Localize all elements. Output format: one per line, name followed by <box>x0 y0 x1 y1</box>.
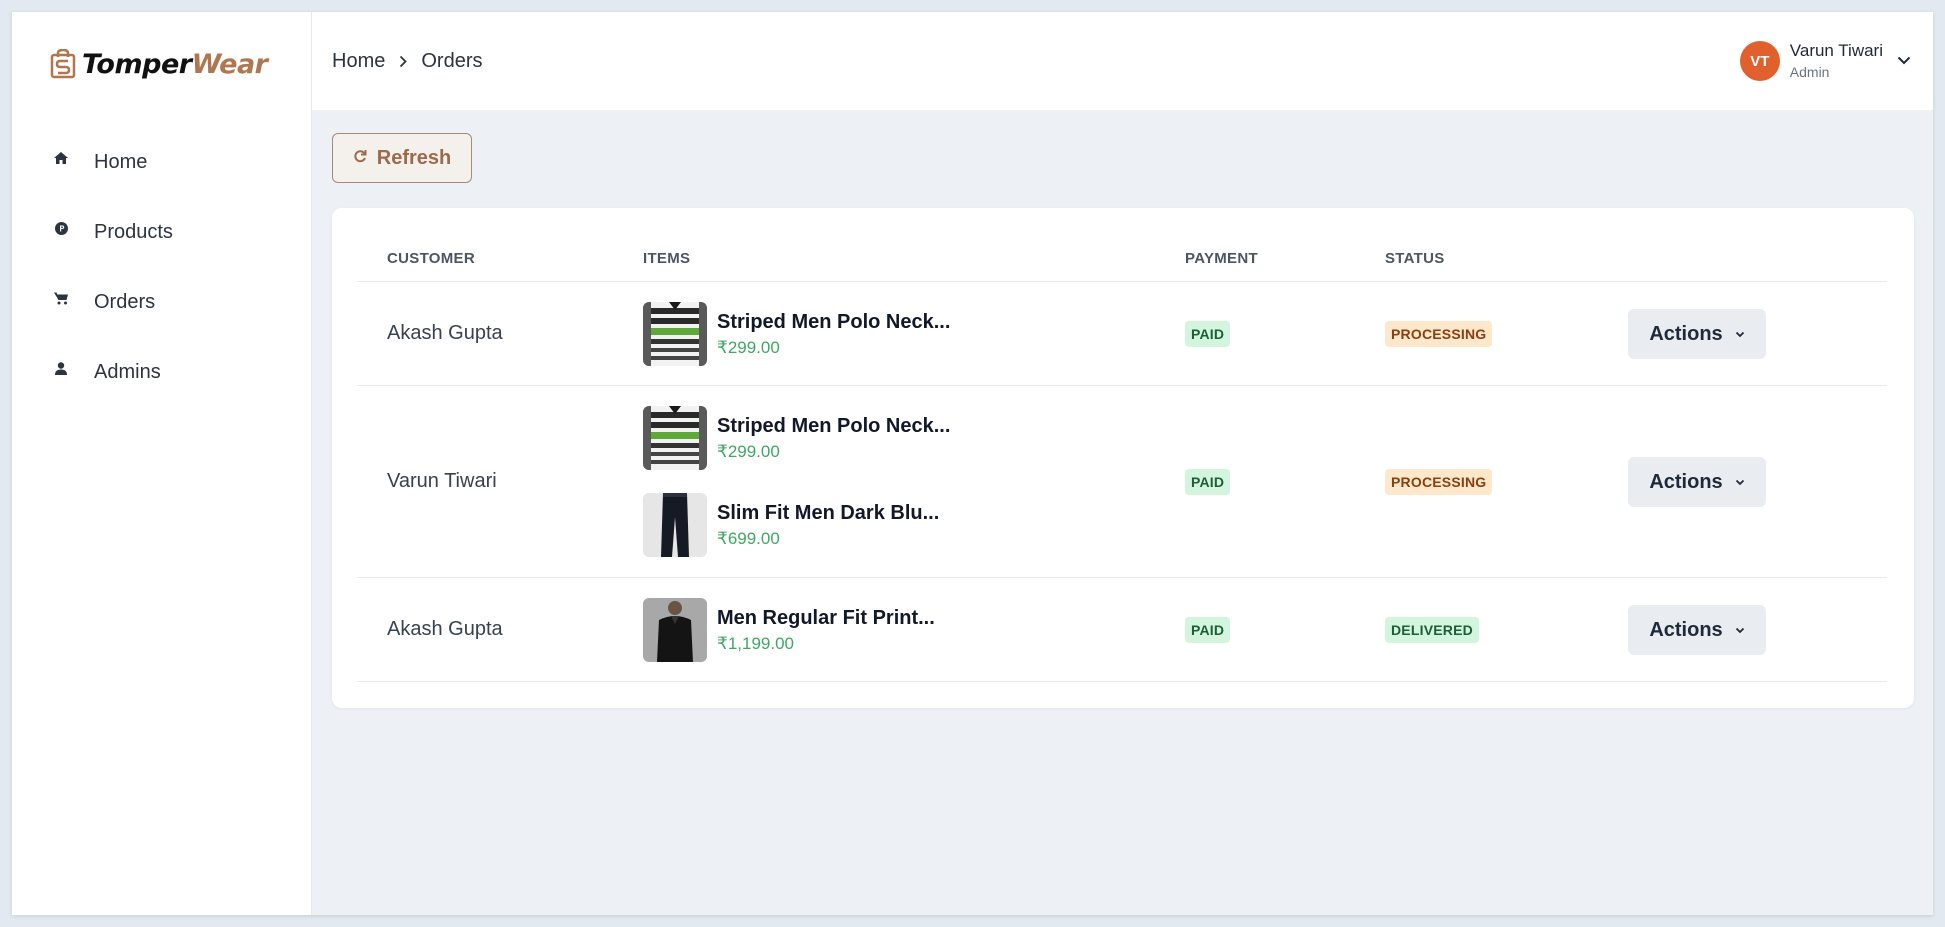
breadcrumb-current: Orders <box>421 49 483 72</box>
top-bar: Home Orders VT Varun Tiwari Admin <box>312 12 1933 110</box>
order-item[interactable]: Striped Men Polo Neck... ₹299.00 <box>643 302 950 366</box>
sidebar-item-products[interactable]: Products <box>12 197 311 267</box>
item-name: Men Regular Fit Print... <box>717 607 935 629</box>
table-row: Akash Gupta Striped Men Polo Neck... ₹29… <box>357 282 1887 386</box>
column-header-payment: PAYMENT <box>1185 250 1258 267</box>
chevron-down-icon <box>1735 473 1745 491</box>
user-info: Varun Tiwari Admin <box>1790 40 1883 82</box>
sidebar-item-admins[interactable]: Admins <box>12 337 311 407</box>
refresh-button[interactable]: Refresh <box>332 133 472 183</box>
sidebar: TomperWear Home Products Orders Admins <box>12 12 312 915</box>
chevron-down-icon <box>1897 52 1911 70</box>
user-menu[interactable]: VT Varun Tiwari Admin <box>1739 40 1911 82</box>
striped-polo-thumbnail <box>643 302 707 366</box>
main-content: Home Orders VT Varun Tiwari Admin Refres… <box>312 12 1933 915</box>
table-row: Varun Tiwari Striped Men Polo Neck... ₹2… <box>357 386 1887 578</box>
chevron-down-icon <box>1735 621 1745 639</box>
column-header-items: ITEMS <box>643 250 691 267</box>
column-header-customer: CUSTOMER <box>387 250 475 267</box>
sidebar-nav: Home Products Orders Admins <box>12 127 311 407</box>
status-badge: PROCESSING <box>1385 469 1493 495</box>
cart-icon <box>52 289 70 307</box>
shopping-bag-logo-icon <box>50 49 76 79</box>
payment-badge: PAID <box>1185 321 1231 347</box>
user-name: Varun Tiwari <box>1789 41 1883 60</box>
item-price: ₹699.00 <box>717 529 780 548</box>
dark-jeans-thumbnail <box>643 493 707 557</box>
customer-name: Akash Gupta <box>387 322 503 344</box>
breadcrumb: Home Orders <box>332 50 482 73</box>
products-icon <box>52 219 70 237</box>
chevron-right-icon <box>399 55 408 68</box>
home-icon <box>52 149 70 167</box>
column-header-status: STATUS <box>1385 250 1445 267</box>
item-name: Striped Men Polo Neck... <box>717 311 951 333</box>
user-icon <box>52 359 70 377</box>
sidebar-item-label: Admins <box>94 360 161 383</box>
actions-button[interactable]: Actions <box>1628 309 1766 359</box>
orders-table-card: CUSTOMER ITEMS PAYMENT STATUS Akash Gupt… <box>332 208 1914 708</box>
refresh-icon <box>353 149 367 168</box>
table-header: CUSTOMER ITEMS PAYMENT STATUS <box>357 238 1887 282</box>
status-badge: DELIVERED <box>1385 617 1479 643</box>
user-role: Admin <box>1789 64 1830 80</box>
actions-label: Actions <box>1649 470 1723 493</box>
item-name: Slim Fit Men Dark Blu... <box>717 502 940 524</box>
order-item[interactable]: Striped Men Polo Neck... ₹299.00 <box>643 406 950 470</box>
brand-logo[interactable]: TomperWear <box>50 46 268 82</box>
table-row: Akash Gupta Men Regular Fit Print... ₹1,… <box>357 578 1887 682</box>
customer-name: Akash Gupta <box>387 618 503 640</box>
chevron-down-icon <box>1735 325 1745 343</box>
actions-button[interactable]: Actions <box>1628 457 1766 507</box>
sidebar-item-orders[interactable]: Orders <box>12 267 311 337</box>
striped-polo-thumbnail <box>643 406 707 470</box>
refresh-label: Refresh <box>376 146 452 169</box>
app-window: TomperWear Home Products Orders Admins H… <box>12 12 1933 915</box>
item-price: ₹299.00 <box>717 338 780 357</box>
avatar: VT <box>1739 41 1780 81</box>
item-price: ₹299.00 <box>717 442 780 461</box>
item-name: Striped Men Polo Neck... <box>717 415 951 437</box>
payment-badge: PAID <box>1185 469 1231 495</box>
actions-label: Actions <box>1649 618 1723 641</box>
breadcrumb-home[interactable]: Home <box>332 50 385 73</box>
order-item[interactable]: Men Regular Fit Print... ₹1,199.00 <box>643 598 935 662</box>
actions-button[interactable]: Actions <box>1628 605 1766 655</box>
actions-label: Actions <box>1649 322 1723 345</box>
customer-name: Varun Tiwari <box>387 470 497 492</box>
brand-name: TomperWear <box>82 48 268 80</box>
status-badge: PROCESSING <box>1385 321 1493 347</box>
sidebar-item-label: Products <box>94 220 173 243</box>
payment-badge: PAID <box>1185 617 1231 643</box>
order-item[interactable]: Slim Fit Men Dark Blu... ₹699.00 <box>643 493 939 557</box>
sidebar-item-label: Home <box>94 150 148 173</box>
item-price: ₹1,199.00 <box>717 634 794 653</box>
sidebar-item-home[interactable]: Home <box>12 127 311 197</box>
sidebar-item-label: Orders <box>94 290 156 313</box>
black-shirt-thumbnail <box>643 598 707 662</box>
